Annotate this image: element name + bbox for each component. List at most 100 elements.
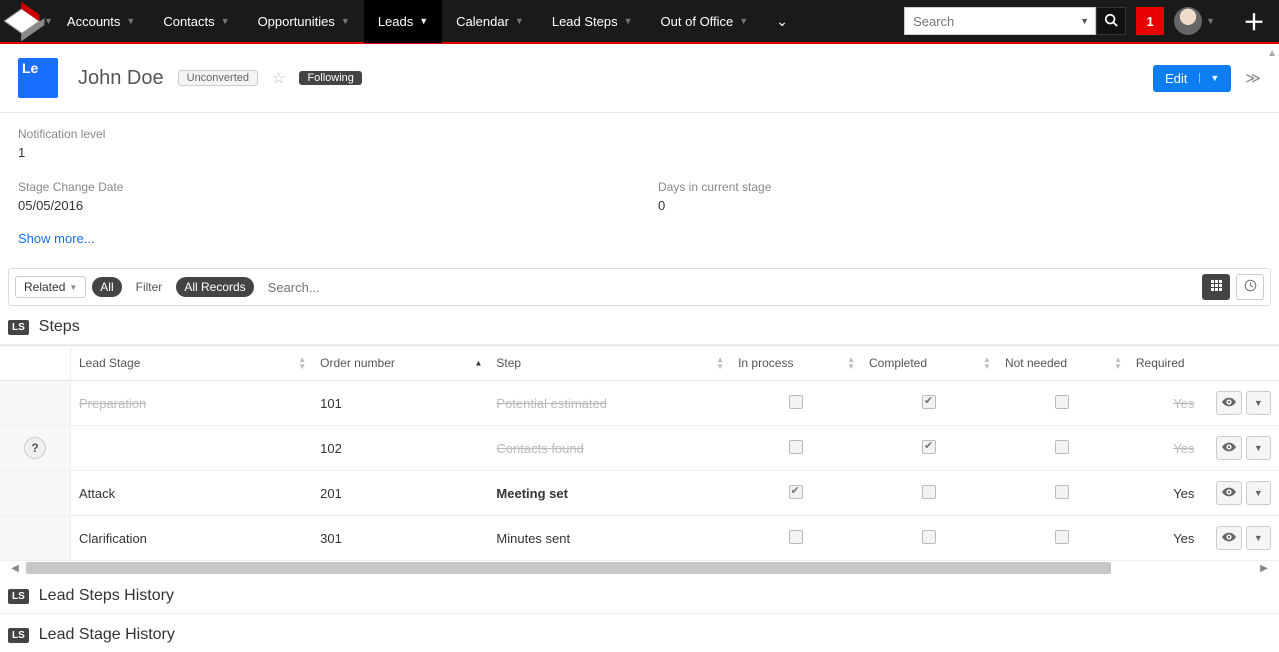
nav-item-lead-steps[interactable]: Lead Steps ▼ [538,0,647,43]
collapse-panel-icon[interactable]: ≫ [1245,69,1261,87]
user-avatar[interactable] [1174,7,1202,35]
filter-all-pill[interactable]: All [92,277,121,297]
col-not-needed[interactable]: Not needed ▲▼ [997,346,1128,381]
checkbox[interactable] [1055,395,1069,409]
checkbox[interactable] [789,485,803,499]
field-label: Days in current stage [658,180,771,194]
edit-button[interactable]: Edit ▼ [1153,65,1231,92]
col-lead-stage[interactable]: Lead Stage▲▼ [70,346,312,381]
col-required[interactable]: Required [1128,346,1209,381]
nav-item-opportunities[interactable]: Opportunities ▼ [244,0,364,43]
checkbox[interactable] [922,440,936,454]
table-row[interactable]: Preparation101Potential estimatedYes▼ [0,381,1279,426]
row-menu-button[interactable]: ▼ [1246,526,1271,550]
checkbox[interactable] [922,395,936,409]
scroll-left-icon[interactable]: ◀ [8,561,22,575]
table-row[interactable]: ?102Contacts foundYes▼ [0,426,1279,471]
row-menu-button[interactable]: ▼ [1246,481,1271,505]
filter-all-records-pill[interactable]: All Records [176,277,253,297]
scroll-up-icon[interactable]: ▲ [1267,48,1277,59]
col-completed[interactable]: Completed▲▼ [861,346,997,381]
field-days-in-stage: Days in current stage 0 [658,172,771,225]
edit-dropdown-caret-icon[interactable]: ▼ [1199,73,1219,83]
show-more-link[interactable]: Show more... [18,225,95,254]
cell-completed [861,381,997,426]
row-menu-button[interactable]: ▼ [1246,436,1271,460]
caret-down-icon: ▼ [1254,398,1263,408]
col-label: Step [496,356,521,370]
section-title: Lead Stage History [39,626,175,644]
nav-item-leads[interactable]: Leads ▼ [364,0,442,43]
checkbox[interactable] [1055,440,1069,454]
caret-down-icon: ▼ [1254,488,1263,498]
col-in-process[interactable]: In process▲▼ [730,346,861,381]
info-icon[interactable]: ? [24,437,46,459]
nav-item-calendar[interactable]: Calendar ▼ [442,0,538,43]
col-order-number[interactable]: Order number▲ [312,346,488,381]
section-lead-stage-history[interactable]: LS Lead Stage History [0,613,1279,652]
horizontal-scrollbar[interactable]: ◀ ▶ [8,561,1271,575]
sort-icon: ▲▼ [847,356,855,370]
checkbox[interactable] [1055,530,1069,544]
favorite-star-icon[interactable]: ☆ [272,69,285,87]
nav-label: Leads [378,14,413,29]
top-navbar: ▼ Accounts ▼Contacts ▼Opportunities ▼Lea… [0,0,1279,44]
caret-down-icon: ▼ [624,16,633,26]
row-gutter: ? [0,426,70,471]
history-view-button[interactable] [1236,274,1264,300]
related-label: Related [24,280,65,294]
preview-button[interactable] [1216,526,1241,550]
checkbox[interactable] [1055,485,1069,499]
cell-order: 301 [312,516,488,561]
app-logo[interactable] [0,0,44,43]
sort-icon: ▲▼ [716,356,724,370]
section-badge: LS [8,589,29,604]
preview-button[interactable] [1216,481,1241,505]
checkbox[interactable] [789,440,803,454]
sort-icon: ▲▼ [1114,356,1122,370]
search-scope-dropdown[interactable]: ▼ [1074,7,1096,35]
user-menu-caret-icon[interactable]: ▼ [1206,16,1215,26]
eye-icon [1222,396,1236,410]
following-tag[interactable]: Following [299,71,361,85]
table-row[interactable]: Clarification301Minutes sentYes▼ [0,516,1279,561]
related-dropdown[interactable]: Related ▼ [15,276,86,298]
section-steps-header[interactable]: LS Steps [0,306,1279,344]
section-lead-steps-history[interactable]: LS Lead Steps History [0,575,1279,613]
col-label: Not needed [1005,356,1067,370]
search-input[interactable] [904,7,1074,35]
caret-down-icon: ▼ [739,16,748,26]
grid-view-button[interactable] [1202,274,1230,300]
scroll-right-icon[interactable]: ▶ [1257,561,1271,575]
table-row[interactable]: Attack201Meeting setYes▼ [0,471,1279,516]
col-step[interactable]: Step ▲▼ [488,346,730,381]
nav-item-out-of-office[interactable]: Out of Office ▼ [647,0,763,43]
checkbox[interactable] [922,530,936,544]
checkbox[interactable] [789,395,803,409]
row-menu-button[interactable]: ▼ [1246,391,1271,415]
cell-required: Yes [1128,516,1209,561]
field-stage-change-date: Stage Change Date 05/05/2016 [18,172,658,225]
scrollbar-thumb[interactable] [26,562,1111,574]
field-label: Stage Change Date [18,180,658,194]
record-type-badge: Le [18,58,58,98]
section-title: Steps [39,318,80,336]
nav-item-accounts[interactable]: Accounts ▼ [53,0,149,43]
cell-actions: ▼ [1208,471,1279,516]
col-actions [1208,346,1279,381]
nav-more[interactable]: ⌄ [762,13,802,30]
cell-completed [861,471,997,516]
preview-button[interactable] [1216,436,1241,460]
col-gutter [0,346,70,381]
checkbox[interactable] [789,530,803,544]
eye-icon [1222,531,1236,545]
sort-icon: ▲▼ [983,356,991,370]
notification-badge[interactable]: 1 [1136,7,1164,35]
search-button[interactable] [1096,7,1126,35]
preview-button[interactable] [1216,391,1241,415]
filter-search-input[interactable] [260,276,1196,299]
nav-item-contacts[interactable]: Contacts ▼ [149,0,243,43]
quick-add-button[interactable]: ＋ [1229,5,1279,37]
logo-caret-icon[interactable]: ▼ [44,16,53,26]
checkbox[interactable] [922,485,936,499]
